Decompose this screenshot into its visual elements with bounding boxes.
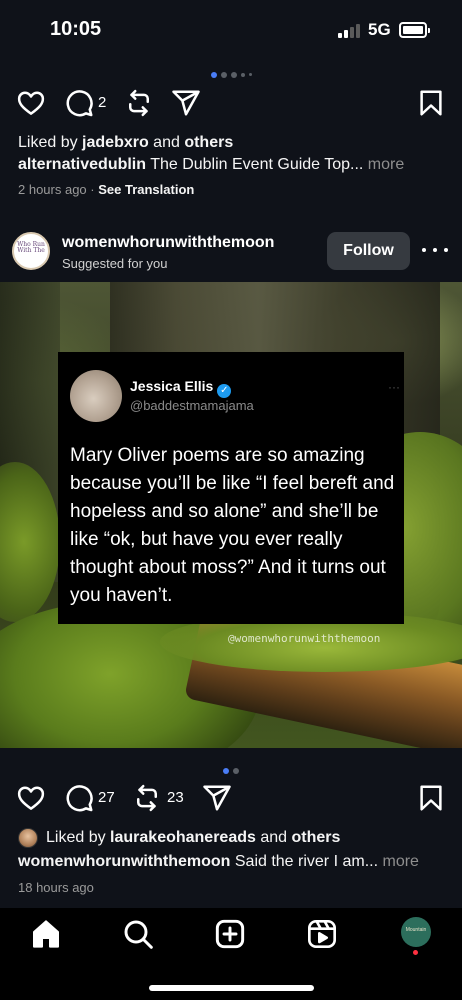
watermark: @womenwhorunwiththemoon [228,632,381,645]
post-timestamp: 2 hours ago [18,182,87,197]
tweet-card: Jessica Ellis ✓ @baddestmamajama ··· Mary… [58,352,404,624]
suggested-label: Suggested for you [62,256,168,271]
post-actions: 27 23 [16,783,446,815]
tab-bar: Mountain [0,908,462,1000]
bookmark-icon[interactable] [416,88,446,118]
heart-icon[interactable] [16,88,46,118]
others-link[interactable]: others [184,134,233,151]
liker-link[interactable]: jadebxro [82,134,149,151]
comment-count: 2 [98,94,107,111]
repost-count: 23 [167,789,184,806]
avatar-text: Who Run With The [17,241,45,254]
network-label: 5G [368,20,391,39]
repost-icon[interactable] [132,783,162,813]
caption: womenwhorunwiththemoon Said the river I … [18,853,448,871]
avatar[interactable]: Who Run With The [12,232,50,270]
follow-button[interactable]: Follow [327,232,410,270]
likes-summary: Liked by jadebxro and others [18,134,234,151]
heart-icon[interactable] [16,783,46,813]
home-icon[interactable] [30,918,62,950]
caption-more[interactable]: more [368,156,404,173]
search-icon[interactable] [122,918,154,950]
carousel-dot [233,767,239,774]
signal-icon [338,24,362,38]
caption-text: Said the river I am... [230,853,383,870]
caption-username[interactable]: alternativedublin [18,156,146,173]
others-link[interactable]: others [292,829,341,846]
share-icon[interactable] [171,88,201,118]
share-icon[interactable] [202,783,232,813]
post-meta: 2 hours ago · See Translation [18,182,195,197]
comment-count: 27 [98,789,115,806]
create-icon[interactable] [214,918,246,950]
carousel-indicator [0,762,462,774]
carousel-dot [223,767,229,774]
status-time: 10:05 [50,18,102,40]
carousel-dot [240,72,245,77]
profile-avatar-text: Mountain [405,927,427,933]
carousel-dot [248,73,252,77]
battery-icon [399,22,430,38]
tweet-handle: @baddestmamajama [130,398,254,413]
bookmark-icon[interactable] [416,783,446,813]
post-timestamp: 18 hours ago [18,880,94,895]
post-image[interactable]: Jessica Ellis ✓ @baddestmamajama ··· Mary… [0,282,462,748]
caption-username[interactable]: womenwhorunwiththemoon [18,853,230,870]
liker-avatar[interactable] [18,828,38,848]
status-bar: 10:05 5G [0,0,462,58]
carousel-dot [230,71,237,78]
notification-dot [413,950,418,955]
comment-icon[interactable] [64,783,94,813]
verified-icon: ✓ [217,384,232,398]
tweet-more-icon: ··· [388,380,400,394]
repost-icon[interactable] [124,88,154,118]
profile-avatar[interactable]: Mountain [401,917,431,947]
home-indicator [149,985,314,991]
likes-summary: Liked by laurakeohanereads and others [46,829,341,846]
post-actions: 2 [16,88,446,120]
comment-icon[interactable] [64,88,94,118]
caption-text: The Dublin Event Guide Top... [146,156,368,173]
carousel-dot [220,71,227,78]
more-options-icon[interactable] [420,238,450,262]
tweet-avatar [70,370,122,422]
post-username[interactable]: womenwhorunwiththemoon [62,234,274,252]
tweet-author: Jessica Ellis ✓ [130,378,232,398]
reels-icon[interactable] [306,918,338,950]
post-header: Who Run With The womenwhorunwiththemoon … [0,228,462,278]
caption-more[interactable]: more [382,853,418,870]
liker-link[interactable]: laurakeohanereads [110,829,256,846]
caption: alternativedublin The Dublin Event Guide… [18,156,448,174]
see-translation-link[interactable]: See Translation [98,182,194,197]
tweet-text: Mary Oliver poems are so amazing because… [70,445,395,606]
carousel-dot [210,71,217,78]
carousel-indicator [0,66,462,78]
